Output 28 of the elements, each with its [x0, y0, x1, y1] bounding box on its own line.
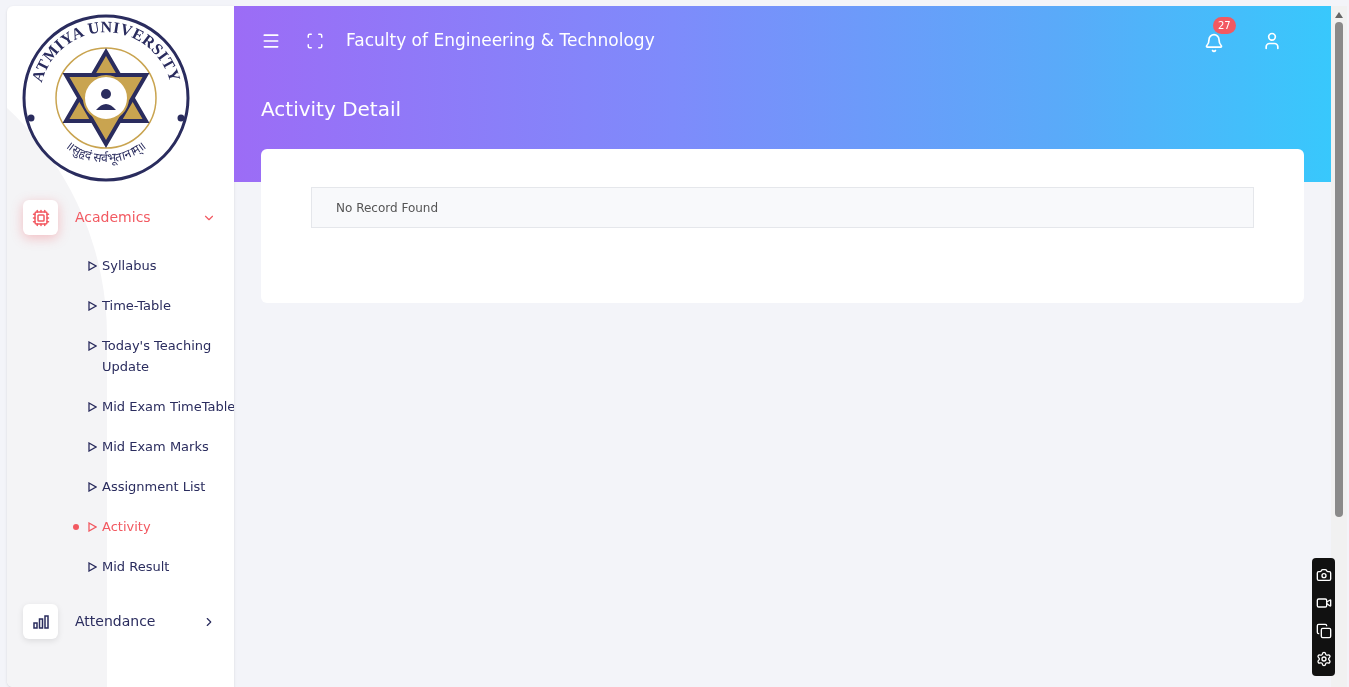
empty-message: No Record Found: [311, 187, 1254, 228]
submenu-item[interactable]: Mid Exam Marks: [88, 436, 234, 457]
submenu-item[interactable]: Syllabus: [88, 255, 234, 276]
faculty-title: Faculty of Engineering & Technology: [346, 29, 655, 53]
chip-icon: [31, 208, 50, 227]
submenu-item[interactable]: Assignment List: [88, 476, 234, 497]
triangle-icon: [88, 402, 97, 412]
triangle-icon: [88, 341, 97, 351]
menu-button[interactable]: [261, 31, 281, 51]
triangle-icon: [88, 482, 97, 492]
fullscreen-button[interactable]: [306, 32, 324, 50]
submenu-item[interactable]: Time-Table: [88, 295, 234, 316]
triangle-icon: [88, 301, 97, 311]
notification-count: 27: [1213, 17, 1236, 34]
triangle-icon: [88, 522, 97, 532]
bar-chart-icon: [32, 614, 49, 629]
triangle-icon: [88, 442, 97, 452]
submenu-item[interactable]: Mid Exam TimeTable: [88, 396, 234, 417]
submenu-item[interactable]: Mid Result: [88, 556, 234, 577]
sidebar-menu-item[interactable]: Attendance: [7, 602, 234, 641]
triangle-icon: [88, 562, 97, 572]
page-title: Activity Detail: [261, 96, 403, 123]
camera-icon[interactable]: [1315, 567, 1332, 583]
settings-icon[interactable]: [1315, 651, 1332, 667]
windows-icon[interactable]: [1315, 623, 1332, 639]
video-camera-icon[interactable]: [1315, 595, 1332, 611]
submenu-item[interactable]: Today's Teaching Update: [88, 335, 234, 377]
triangle-icon: [88, 261, 97, 271]
